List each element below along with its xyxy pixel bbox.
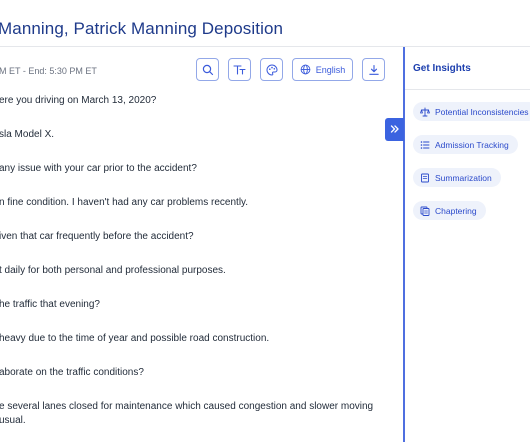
insight-chaptering[interactable]: Chaptering [413,201,486,220]
document-icon [420,173,430,183]
insight-admission-tracking[interactable]: Admission Tracking [413,135,518,154]
insight-label: Potential Inconsistencies [435,106,529,117]
language-label: English [315,64,346,75]
page-title: Manning, Patrick Manning Deposition [0,19,284,38]
palette-icon [266,63,278,76]
insight-summarization[interactable]: Summarization [413,168,501,187]
insight-label: Summarization [435,172,492,183]
transcript-panel: M ET - End: 5:30 PM ET English ere you d… [0,47,403,442]
header-bar: Manning, Patrick Manning Deposition [0,0,530,47]
transcript-line: t daily for both personal and profession… [0,265,226,276]
transcript-line: heavy due to the time of year and possib… [0,333,270,344]
list-icon [420,140,430,150]
insight-potential-inconsistencies[interactable]: Potential Inconsistencies [413,102,530,121]
palette-button[interactable] [260,58,283,81]
transcript-line: e several lanes closed for maintenance w… [0,401,374,412]
transcript-line: n fine condition. I haven't had any car … [0,197,249,208]
insights-title: Get Insights [413,63,471,74]
download-icon [368,64,380,76]
collapse-panel-button[interactable] [385,118,404,141]
transcript-line: aborate on the traffic conditions? [0,367,144,378]
insight-label: Chaptering [435,205,477,216]
transcript-line: sla Model X. [0,129,55,140]
transcript-line: any issue with your car prior to the acc… [0,163,197,174]
time-range-text: M ET - End: 5:30 PM ET [0,66,97,76]
text-size-icon [233,64,246,76]
language-select[interactable]: English [292,58,353,81]
search-button[interactable] [196,58,219,81]
transcript-line: he traffic that evening? [0,299,100,310]
globe-icon [300,64,311,75]
transcript-line: usual. [0,415,26,426]
text-size-button[interactable] [228,58,251,81]
double-chevron-right-icon [390,121,400,139]
download-button[interactable] [362,58,385,81]
chapter-icon [420,206,430,216]
transcript-line: iven that car frequently before the acci… [0,231,194,242]
scale-icon [420,107,430,117]
search-icon [202,64,214,76]
insights-panel: Get Insights Potential Inconsistencies A… [405,47,530,442]
transcript-line: ere you driving on March 13, 2020? [0,95,157,106]
insights-divider [405,89,530,90]
insight-label: Admission Tracking [435,139,509,150]
